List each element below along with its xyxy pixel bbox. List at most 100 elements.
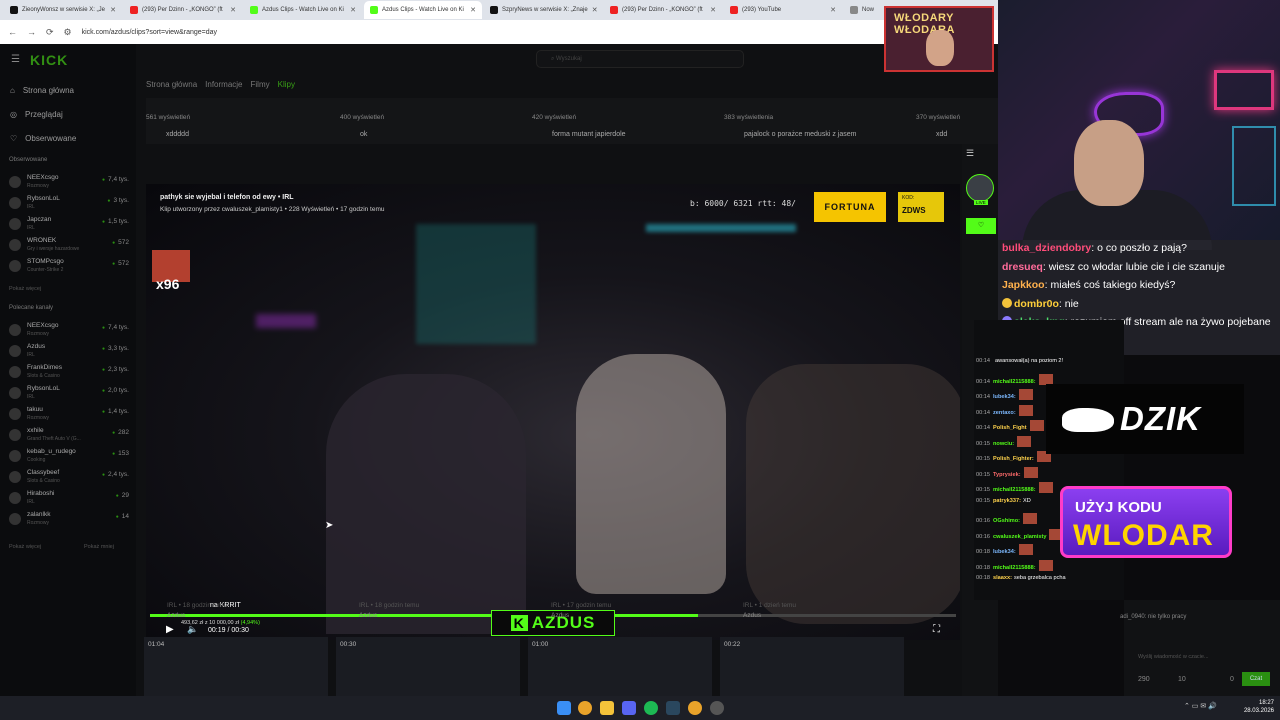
- recommended-header: Polecane kanały: [9, 305, 54, 311]
- browser-tab[interactable]: SzpryNews w serwisie X: „Znaje ✕: [484, 1, 602, 19]
- sidebar-channel[interactable]: takuu Rozmowy 1,4 tys.: [9, 404, 129, 424]
- chat-username[interactable]: nowciu:: [993, 441, 1014, 447]
- sidebar-channel[interactable]: NEEXcsgo Rozmowy 7,4 tys.: [9, 172, 129, 192]
- tab-clips[interactable]: Klipy: [278, 80, 295, 89]
- sidebar-channel[interactable]: WRONEK Gry i wersje hazardowe 572: [9, 235, 129, 255]
- sidebar-channel[interactable]: Japczan IRL 1,5 tys.: [9, 214, 129, 234]
- sidebar-channel[interactable]: Azdus IRL 3,3 tys.: [9, 341, 129, 361]
- close-icon[interactable]: ✕: [710, 6, 716, 14]
- clip-title[interactable]: ok: [360, 131, 367, 138]
- show-more-link-2[interactable]: Pokaż więcej: [9, 544, 41, 550]
- spotify-icon[interactable]: [644, 701, 658, 715]
- volume-icon[interactable]: 🔈: [187, 624, 198, 635]
- chat-username[interactable]: Typrysiek:: [993, 472, 1021, 478]
- obs-icon[interactable]: [710, 701, 724, 715]
- tray-icons[interactable]: ⌃ ▭ ✉ 🔊: [1184, 702, 1217, 710]
- clip-title[interactable]: xddddd: [166, 131, 189, 138]
- favicon-icon: [730, 6, 738, 14]
- chat-username[interactable]: dresueq: [1002, 261, 1043, 273]
- sidebar-channel[interactable]: Hiraboshi IRL 29: [9, 488, 129, 508]
- chrome-icon-2[interactable]: [688, 701, 702, 715]
- chat-username[interactable]: Polish_Fighter:: [993, 456, 1034, 462]
- sidebar-channel[interactable]: RybsonLoL IRL 3 tys.: [9, 193, 129, 213]
- sidebar-channel[interactable]: xxhile Grand Theft Auto V (G... 282: [9, 425, 129, 445]
- chat-username[interactable]: lubek34:: [993, 549, 1016, 555]
- chat-username[interactable]: dombr0o: [1014, 298, 1059, 310]
- tab-videos[interactable]: Filmy: [251, 80, 270, 89]
- forward-icon[interactable]: →: [27, 27, 36, 37]
- sidebar-channel[interactable]: NEEXcsgo Rozmowy 7,4 tys.: [9, 320, 129, 340]
- tab-info[interactable]: Informacje: [205, 80, 242, 89]
- video-player[interactable]: pathyk sie wyjebal i telefon od ewy • IR…: [146, 184, 960, 640]
- chat-username[interactable]: michall2115888:: [993, 379, 1036, 385]
- clip-thumbnail[interactable]: 00:22: [720, 637, 904, 696]
- reload-icon[interactable]: ⟳: [46, 27, 54, 38]
- close-icon[interactable]: ✕: [470, 6, 476, 14]
- folder-icon[interactable]: [600, 701, 614, 715]
- browser-tab[interactable]: ZieonyWonsz w serwisie X: „Je ✕: [4, 1, 122, 19]
- chat-username[interactable]: michall2115888:: [993, 487, 1036, 493]
- chat-username[interactable]: cwaluszek_plamisty: [993, 534, 1046, 540]
- show-less-link[interactable]: Pokaż mniej: [84, 544, 114, 550]
- sidebar-channel[interactable]: RybsonLoL IRL 2,0 tys.: [9, 383, 129, 403]
- chat-username[interactable]: lubek34:: [993, 394, 1016, 400]
- close-icon[interactable]: ✕: [110, 6, 116, 14]
- browser-tab[interactable]: (293) YouTube ✕: [724, 1, 842, 19]
- browser-tab[interactable]: Azdus Clips - Watch Live on Ki ✕: [244, 1, 362, 19]
- sidebar-channel[interactable]: zalanlkk Rozmowy 14: [9, 509, 129, 529]
- clip-title[interactable]: forma mutant japierdole: [552, 131, 626, 138]
- chat-username[interactable]: zentaxo:: [993, 410, 1016, 416]
- chat-username[interactable]: bulka_dziendobry: [1002, 242, 1091, 254]
- browser-tab[interactable]: Azdus Clips - Watch Live on Ki ✕: [364, 1, 482, 19]
- nav-following[interactable]: ♡ Obserwowane: [10, 126, 76, 150]
- clip-thumbnail[interactable]: 01:04: [144, 637, 328, 696]
- clip-channel[interactable]: Azdus: [743, 612, 761, 619]
- chat-input[interactable]: Wyślij wiadomość w czacie...: [1138, 654, 1209, 660]
- fullscreen-icon[interactable]: ⛶: [933, 624, 940, 635]
- channel-name: Classybeef: [27, 469, 60, 476]
- clip-title[interactable]: xdd: [936, 131, 947, 138]
- chat-username[interactable]: slaaxx:: [993, 575, 1012, 581]
- avatar[interactable]: [966, 174, 994, 202]
- tab-home[interactable]: Strona główna: [146, 80, 197, 89]
- clip-channel[interactable]: Azdus: [167, 612, 185, 619]
- play-icon[interactable]: ▶: [166, 624, 174, 635]
- start-icon[interactable]: [557, 701, 571, 715]
- chat-username[interactable]: OGshimo:: [993, 518, 1020, 524]
- kick-logo[interactable]: KICK: [30, 52, 68, 68]
- clip-title[interactable]: pajalock o porażce meduski z jasem: [744, 131, 856, 138]
- boar-icon: [1062, 408, 1114, 432]
- close-icon[interactable]: ✕: [592, 6, 598, 14]
- collapse-icon[interactable]: ☰: [966, 148, 974, 159]
- clip-channel[interactable]: Azdus: [359, 612, 377, 619]
- clip-channel[interactable]: Azdus: [551, 612, 569, 619]
- nav-browse[interactable]: ◎ Przeglądaj: [10, 102, 76, 126]
- follow-button[interactable]: ♡: [966, 218, 996, 234]
- sidebar-channel[interactable]: STOMPcsgo Counter-Strike 2 572: [9, 256, 129, 276]
- sidebar-channel[interactable]: Classybeef Slots & Casino 2,4 tys.: [9, 467, 129, 487]
- clip-thumbnail[interactable]: 01:00: [528, 637, 712, 696]
- browser-tab[interactable]: (293) Per Dzinn - „KONGO” (ft ✕: [124, 1, 242, 19]
- chat-username[interactable]: patryk337:: [993, 498, 1021, 504]
- chat-username[interactable]: Polish_Fight: [993, 425, 1027, 431]
- steam-icon[interactable]: [666, 701, 680, 715]
- show-more-link[interactable]: Pokaż więcej: [9, 286, 41, 292]
- chat-send-button[interactable]: Czat: [1242, 672, 1270, 686]
- close-icon[interactable]: ✕: [350, 6, 356, 14]
- search-input[interactable]: ⌕ Wyszukaj: [536, 50, 744, 68]
- chat-username[interactable]: michall2115888:: [993, 565, 1036, 571]
- menu-icon[interactable]: ☰: [11, 54, 20, 65]
- site-info-icon[interactable]: ⚙: [64, 27, 72, 38]
- close-icon[interactable]: ✕: [830, 6, 836, 14]
- chrome-icon[interactable]: [578, 701, 592, 715]
- sidebar-channel[interactable]: FrankDimes Slots & Casino 2,3 tys.: [9, 362, 129, 382]
- close-icon[interactable]: ✕: [230, 6, 236, 14]
- discord-icon[interactable]: [622, 701, 636, 715]
- sidebar-channel[interactable]: kebab_u_rudego Cooking 153: [9, 446, 129, 466]
- nav-home[interactable]: ⌂ Strona główna: [10, 78, 76, 102]
- chat-username[interactable]: Japkkoo: [1002, 279, 1045, 291]
- clip-thumbnail[interactable]: 00:30: [336, 637, 520, 696]
- browser-tab[interactable]: (293) Per Dzinn - „KONGO” (ft ✕: [604, 1, 722, 19]
- back-icon[interactable]: ←: [8, 27, 17, 37]
- url-input[interactable]: kick.com/azdus/clips?sort=view&range=day: [82, 29, 217, 36]
